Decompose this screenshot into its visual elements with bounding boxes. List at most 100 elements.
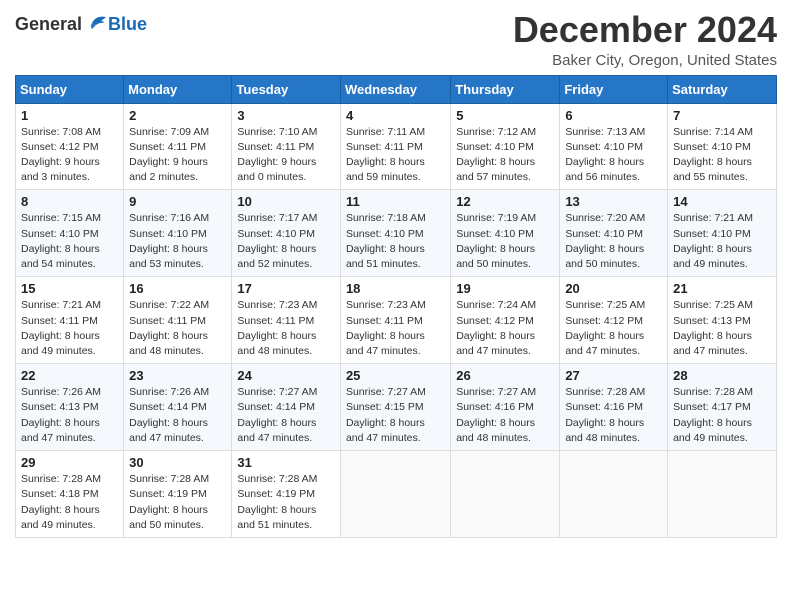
calendar-cell: 4Sunrise: 7:11 AM Sunset: 4:11 PM Daylig… bbox=[340, 103, 450, 190]
logo: General Blue bbox=[15, 14, 147, 35]
day-info: Sunrise: 7:24 AM Sunset: 4:12 PM Dayligh… bbox=[456, 298, 554, 359]
day-info: Sunrise: 7:28 AM Sunset: 4:19 PM Dayligh… bbox=[129, 472, 226, 533]
calendar-week-row: 8Sunrise: 7:15 AM Sunset: 4:10 PM Daylig… bbox=[16, 190, 777, 277]
day-number: 27 bbox=[565, 368, 662, 383]
calendar-cell bbox=[340, 451, 450, 538]
calendar-header-row: SundayMondayTuesdayWednesdayThursdayFrid… bbox=[16, 75, 777, 103]
day-number: 12 bbox=[456, 194, 554, 209]
calendar-cell: 10 Sunrise: 7:17 AM Sunset: 4:10 PM Dayli… bbox=[232, 190, 341, 277]
calendar-cell: 5 Sunrise: 7:12 AM Sunset: 4:10 PM Daylig… bbox=[451, 103, 560, 190]
day-info: Sunrise: 7:26 AM Sunset: 4:13 PM Dayligh… bbox=[21, 385, 118, 446]
logo-general: General bbox=[15, 14, 82, 35]
calendar-cell: 15 Sunrise: 7:21 AM Sunset: 4:11 PM Dayli… bbox=[16, 277, 124, 364]
page-container: General Blue December 2024 Baker City, O… bbox=[0, 0, 792, 548]
calendar-cell: 6Sunrise: 7:13 AM Sunset: 4:10 PM Daylig… bbox=[560, 103, 668, 190]
day-number: 7 bbox=[673, 108, 771, 123]
day-info: Sunrise: 7:28 AM Sunset: 4:18 PM Dayligh… bbox=[21, 472, 118, 533]
day-info: Sunrise: 7:28 AM Sunset: 4:19 PM Dayligh… bbox=[237, 472, 335, 533]
day-info: Sunrise: 7:28 AM Sunset: 4:16 PM Dayligh… bbox=[565, 385, 662, 446]
calendar-cell bbox=[668, 451, 777, 538]
calendar-cell: 12 Sunrise: 7:19 AM Sunset: 4:10 PM Dayli… bbox=[451, 190, 560, 277]
calendar-week-row: 1Sunrise: 7:08 AM Sunset: 4:12 PM Daylig… bbox=[16, 103, 777, 190]
day-info: Sunrise: 7:13 AM Sunset: 4:10 PM Dayligh… bbox=[565, 125, 662, 186]
calendar-cell: 24 Sunrise: 7:27 AM Sunset: 4:14 PM Dayli… bbox=[232, 364, 341, 451]
day-number: 10 bbox=[237, 194, 335, 209]
calendar-header-monday: Monday bbox=[124, 75, 232, 103]
calendar-header-saturday: Saturday bbox=[668, 75, 777, 103]
calendar-header-wednesday: Wednesday bbox=[340, 75, 450, 103]
day-number: 5 bbox=[456, 108, 554, 123]
day-info: Sunrise: 7:25 AM Sunset: 4:13 PM Dayligh… bbox=[673, 298, 771, 359]
calendar-cell: 7Sunrise: 7:14 AM Sunset: 4:10 PM Daylig… bbox=[668, 103, 777, 190]
day-info: Sunrise: 7:25 AM Sunset: 4:12 PM Dayligh… bbox=[565, 298, 662, 359]
calendar-cell: 27 Sunrise: 7:28 AM Sunset: 4:16 PM Dayli… bbox=[560, 364, 668, 451]
day-number: 1 bbox=[21, 108, 118, 123]
main-title: December 2024 bbox=[513, 10, 777, 50]
day-info: Sunrise: 7:12 AM Sunset: 4:10 PM Dayligh… bbox=[456, 125, 554, 186]
day-info: Sunrise: 7:21 AM Sunset: 4:11 PM Dayligh… bbox=[21, 298, 118, 359]
calendar-cell: 19Sunrise: 7:24 AM Sunset: 4:12 PM Dayli… bbox=[451, 277, 560, 364]
day-number: 11 bbox=[346, 194, 445, 209]
day-info: Sunrise: 7:17 AM Sunset: 4:10 PM Dayligh… bbox=[237, 211, 335, 272]
day-number: 15 bbox=[21, 281, 118, 296]
day-info: Sunrise: 7:10 AM Sunset: 4:11 PM Dayligh… bbox=[237, 125, 335, 186]
calendar-cell: 3 Sunrise: 7:10 AM Sunset: 4:11 PM Daylig… bbox=[232, 103, 341, 190]
calendar-header-thursday: Thursday bbox=[451, 75, 560, 103]
day-number: 23 bbox=[129, 368, 226, 383]
day-info: Sunrise: 7:19 AM Sunset: 4:10 PM Dayligh… bbox=[456, 211, 554, 272]
day-number: 20 bbox=[565, 281, 662, 296]
calendar-cell: 11 Sunrise: 7:18 AM Sunset: 4:10 PM Dayli… bbox=[340, 190, 450, 277]
calendar-cell: 8Sunrise: 7:15 AM Sunset: 4:10 PM Daylig… bbox=[16, 190, 124, 277]
title-section: December 2024 Baker City, Oregon, United… bbox=[513, 10, 777, 69]
day-number: 18 bbox=[346, 281, 445, 296]
header: General Blue December 2024 Baker City, O… bbox=[15, 10, 777, 69]
day-number: 13 bbox=[565, 194, 662, 209]
day-number: 22 bbox=[21, 368, 118, 383]
calendar-cell: 9 Sunrise: 7:16 AM Sunset: 4:10 PM Daylig… bbox=[124, 190, 232, 277]
day-info: Sunrise: 7:21 AM Sunset: 4:10 PM Dayligh… bbox=[673, 211, 771, 272]
day-number: 3 bbox=[237, 108, 335, 123]
calendar-cell: 14Sunrise: 7:21 AM Sunset: 4:10 PM Dayli… bbox=[668, 190, 777, 277]
day-number: 4 bbox=[346, 108, 445, 123]
day-number: 21 bbox=[673, 281, 771, 296]
calendar-cell: 20 Sunrise: 7:25 AM Sunset: 4:12 PM Dayli… bbox=[560, 277, 668, 364]
calendar-cell bbox=[560, 451, 668, 538]
calendar-week-row: 29 Sunrise: 7:28 AM Sunset: 4:18 PM Dayli… bbox=[16, 451, 777, 538]
day-number: 16 bbox=[129, 281, 226, 296]
day-info: Sunrise: 7:23 AM Sunset: 4:11 PM Dayligh… bbox=[346, 298, 445, 359]
day-info: Sunrise: 7:27 AM Sunset: 4:14 PM Dayligh… bbox=[237, 385, 335, 446]
day-number: 2 bbox=[129, 108, 226, 123]
calendar-cell bbox=[451, 451, 560, 538]
logo-blue: Blue bbox=[108, 14, 147, 35]
calendar-cell: 16 Sunrise: 7:22 AM Sunset: 4:11 PM Dayli… bbox=[124, 277, 232, 364]
calendar-cell: 1Sunrise: 7:08 AM Sunset: 4:12 PM Daylig… bbox=[16, 103, 124, 190]
day-info: Sunrise: 7:28 AM Sunset: 4:17 PM Dayligh… bbox=[673, 385, 771, 446]
day-number: 26 bbox=[456, 368, 554, 383]
day-info: Sunrise: 7:26 AM Sunset: 4:14 PM Dayligh… bbox=[129, 385, 226, 446]
calendar-cell: 17Sunrise: 7:23 AM Sunset: 4:11 PM Dayli… bbox=[232, 277, 341, 364]
calendar-header-friday: Friday bbox=[560, 75, 668, 103]
day-number: 29 bbox=[21, 455, 118, 470]
day-info: Sunrise: 7:16 AM Sunset: 4:10 PM Dayligh… bbox=[129, 211, 226, 272]
day-number: 24 bbox=[237, 368, 335, 383]
calendar-cell: 22 Sunrise: 7:26 AM Sunset: 4:13 PM Dayli… bbox=[16, 364, 124, 451]
calendar-cell: 31 Sunrise: 7:28 AM Sunset: 4:19 PM Dayli… bbox=[232, 451, 341, 538]
day-number: 31 bbox=[237, 455, 335, 470]
day-info: Sunrise: 7:15 AM Sunset: 4:10 PM Dayligh… bbox=[21, 211, 118, 272]
day-info: Sunrise: 7:09 AM Sunset: 4:11 PM Dayligh… bbox=[129, 125, 226, 186]
calendar-cell: 26Sunrise: 7:27 AM Sunset: 4:16 PM Dayli… bbox=[451, 364, 560, 451]
day-info: Sunrise: 7:20 AM Sunset: 4:10 PM Dayligh… bbox=[565, 211, 662, 272]
calendar-cell: 29 Sunrise: 7:28 AM Sunset: 4:18 PM Dayli… bbox=[16, 451, 124, 538]
day-number: 30 bbox=[129, 455, 226, 470]
day-number: 9 bbox=[129, 194, 226, 209]
calendar-cell: 21 Sunrise: 7:25 AM Sunset: 4:13 PM Dayli… bbox=[668, 277, 777, 364]
calendar-header-sunday: Sunday bbox=[16, 75, 124, 103]
calendar-cell: 28Sunrise: 7:28 AM Sunset: 4:17 PM Dayli… bbox=[668, 364, 777, 451]
day-info: Sunrise: 7:22 AM Sunset: 4:11 PM Dayligh… bbox=[129, 298, 226, 359]
calendar-cell: 18 Sunrise: 7:23 AM Sunset: 4:11 PM Dayli… bbox=[340, 277, 450, 364]
day-info: Sunrise: 7:18 AM Sunset: 4:10 PM Dayligh… bbox=[346, 211, 445, 272]
calendar-header-tuesday: Tuesday bbox=[232, 75, 341, 103]
calendar-table: SundayMondayTuesdayWednesdayThursdayFrid… bbox=[15, 75, 777, 538]
day-number: 25 bbox=[346, 368, 445, 383]
day-info: Sunrise: 7:23 AM Sunset: 4:11 PM Dayligh… bbox=[237, 298, 335, 359]
